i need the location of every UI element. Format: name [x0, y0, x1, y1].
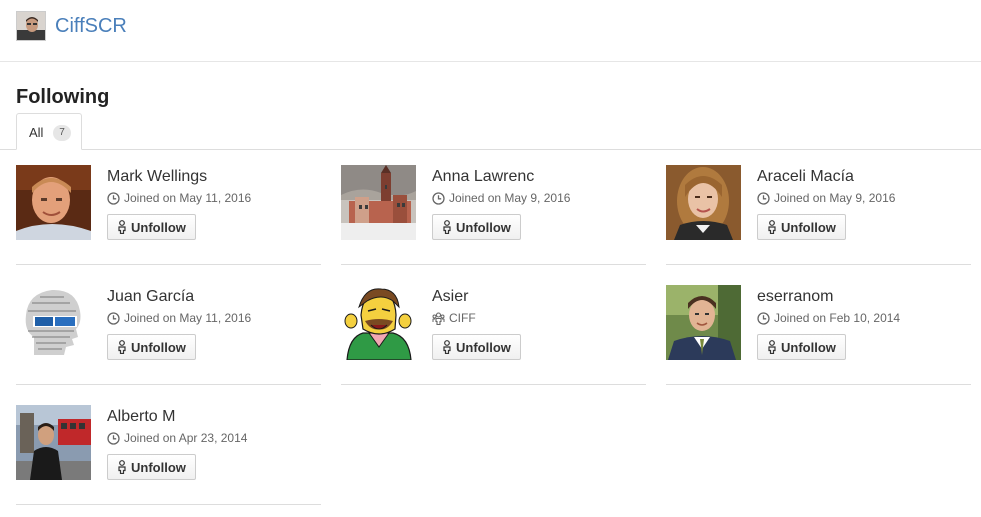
user-meta: CIFF [432, 311, 476, 325]
person-icon [116, 340, 128, 355]
user-name[interactable]: eserranom [757, 288, 833, 306]
group-icon [432, 311, 445, 325]
user-avatar[interactable] [16, 285, 91, 360]
user-name[interactable]: Mark Wellings [107, 168, 207, 186]
user-card: Anna Lawrenc Joined on May 9, 2016 Unfol… [341, 165, 646, 285]
clock-icon [107, 311, 120, 325]
unfollow-label: Unfollow [456, 219, 511, 235]
divider [341, 384, 646, 385]
site-avatar[interactable] [16, 11, 46, 41]
user-meta: Joined on May 9, 2016 [757, 191, 895, 205]
tab-count-badge: 7 [53, 125, 71, 141]
user-meta-text: Joined on Feb 10, 2014 [774, 311, 901, 325]
unfollow-button[interactable]: Unfollow [107, 334, 196, 360]
user-name[interactable]: Alberto M [107, 408, 175, 426]
user-avatar[interactable] [16, 405, 91, 480]
divider [16, 504, 321, 505]
user-card: Alberto M Joined on Apr 23, 2014 Unfollo… [16, 405, 321, 517]
divider [666, 384, 971, 385]
user-avatar[interactable] [341, 165, 416, 240]
clock-icon [757, 311, 770, 325]
user-meta-text: Joined on May 11, 2016 [124, 311, 252, 325]
unfollow-button[interactable]: Unfollow [107, 214, 196, 240]
unfollow-label: Unfollow [131, 459, 186, 475]
unfollow-label: Unfollow [131, 219, 186, 235]
person-icon [441, 220, 453, 235]
divider [341, 264, 646, 265]
user-avatar[interactable] [666, 165, 741, 240]
site-header: CiffSCR [0, 0, 981, 62]
person-icon [766, 220, 778, 235]
person-icon [441, 340, 453, 355]
filter-tabs: All 7 [0, 113, 981, 150]
user-meta-text: Joined on May 9, 2016 [774, 191, 896, 205]
page-title: Following [16, 86, 110, 108]
user-meta: Joined on May 11, 2016 [107, 191, 251, 205]
unfollow-label: Unfollow [131, 339, 186, 355]
clock-icon [107, 431, 120, 445]
tab-label: All [29, 125, 44, 140]
unfollow-button[interactable]: Unfollow [757, 214, 846, 240]
divider [666, 264, 971, 265]
user-meta: Joined on May 11, 2016 [107, 311, 251, 325]
unfollow-button[interactable]: Unfollow [757, 334, 846, 360]
person-icon [766, 340, 778, 355]
person-icon [116, 220, 128, 235]
user-name[interactable]: Juan García [107, 288, 194, 306]
user-card: Araceli Macía Joined on May 9, 2016 Unfo… [666, 165, 971, 285]
user-avatar[interactable] [16, 165, 91, 240]
user-meta-text: Joined on Apr 23, 2014 [124, 431, 248, 445]
user-name[interactable]: Araceli Macía [757, 168, 854, 186]
unfollow-button[interactable]: Unfollow [432, 334, 521, 360]
clock-icon [432, 191, 445, 205]
user-avatar[interactable] [666, 285, 741, 360]
unfollow-label: Unfollow [781, 339, 836, 355]
user-meta: Joined on Apr 23, 2014 [107, 431, 247, 445]
user-meta-text: CIFF [449, 311, 476, 325]
divider [16, 384, 321, 385]
user-card: Mark Wellings Joined on May 11, 2016 Unf… [16, 165, 321, 285]
user-card: eserranom Joined on Feb 10, 2014 Unfollo… [666, 285, 971, 405]
clock-icon [757, 191, 770, 205]
tab-all[interactable]: All 7 [16, 113, 82, 150]
user-card: Juan García Joined on May 11, 2016 Unfol… [16, 285, 321, 405]
user-meta: Joined on May 9, 2016 [432, 191, 570, 205]
user-meta: Joined on Feb 10, 2014 [757, 311, 900, 325]
user-name[interactable]: Asier [432, 288, 468, 306]
user-avatar[interactable] [341, 285, 416, 360]
unfollow-button[interactable]: Unfollow [107, 454, 196, 480]
unfollow-label: Unfollow [456, 339, 511, 355]
unfollow-button[interactable]: Unfollow [432, 214, 521, 240]
user-name[interactable]: Anna Lawrenc [432, 168, 534, 186]
user-meta-text: Joined on May 11, 2016 [124, 191, 252, 205]
site-name-link[interactable]: CiffSCR [55, 15, 127, 38]
user-meta-text: Joined on May 9, 2016 [449, 191, 571, 205]
user-card: Asier CIFF Unfollow [341, 285, 646, 405]
person-icon [116, 460, 128, 475]
divider [16, 264, 321, 265]
unfollow-label: Unfollow [781, 219, 836, 235]
clock-icon [107, 191, 120, 205]
